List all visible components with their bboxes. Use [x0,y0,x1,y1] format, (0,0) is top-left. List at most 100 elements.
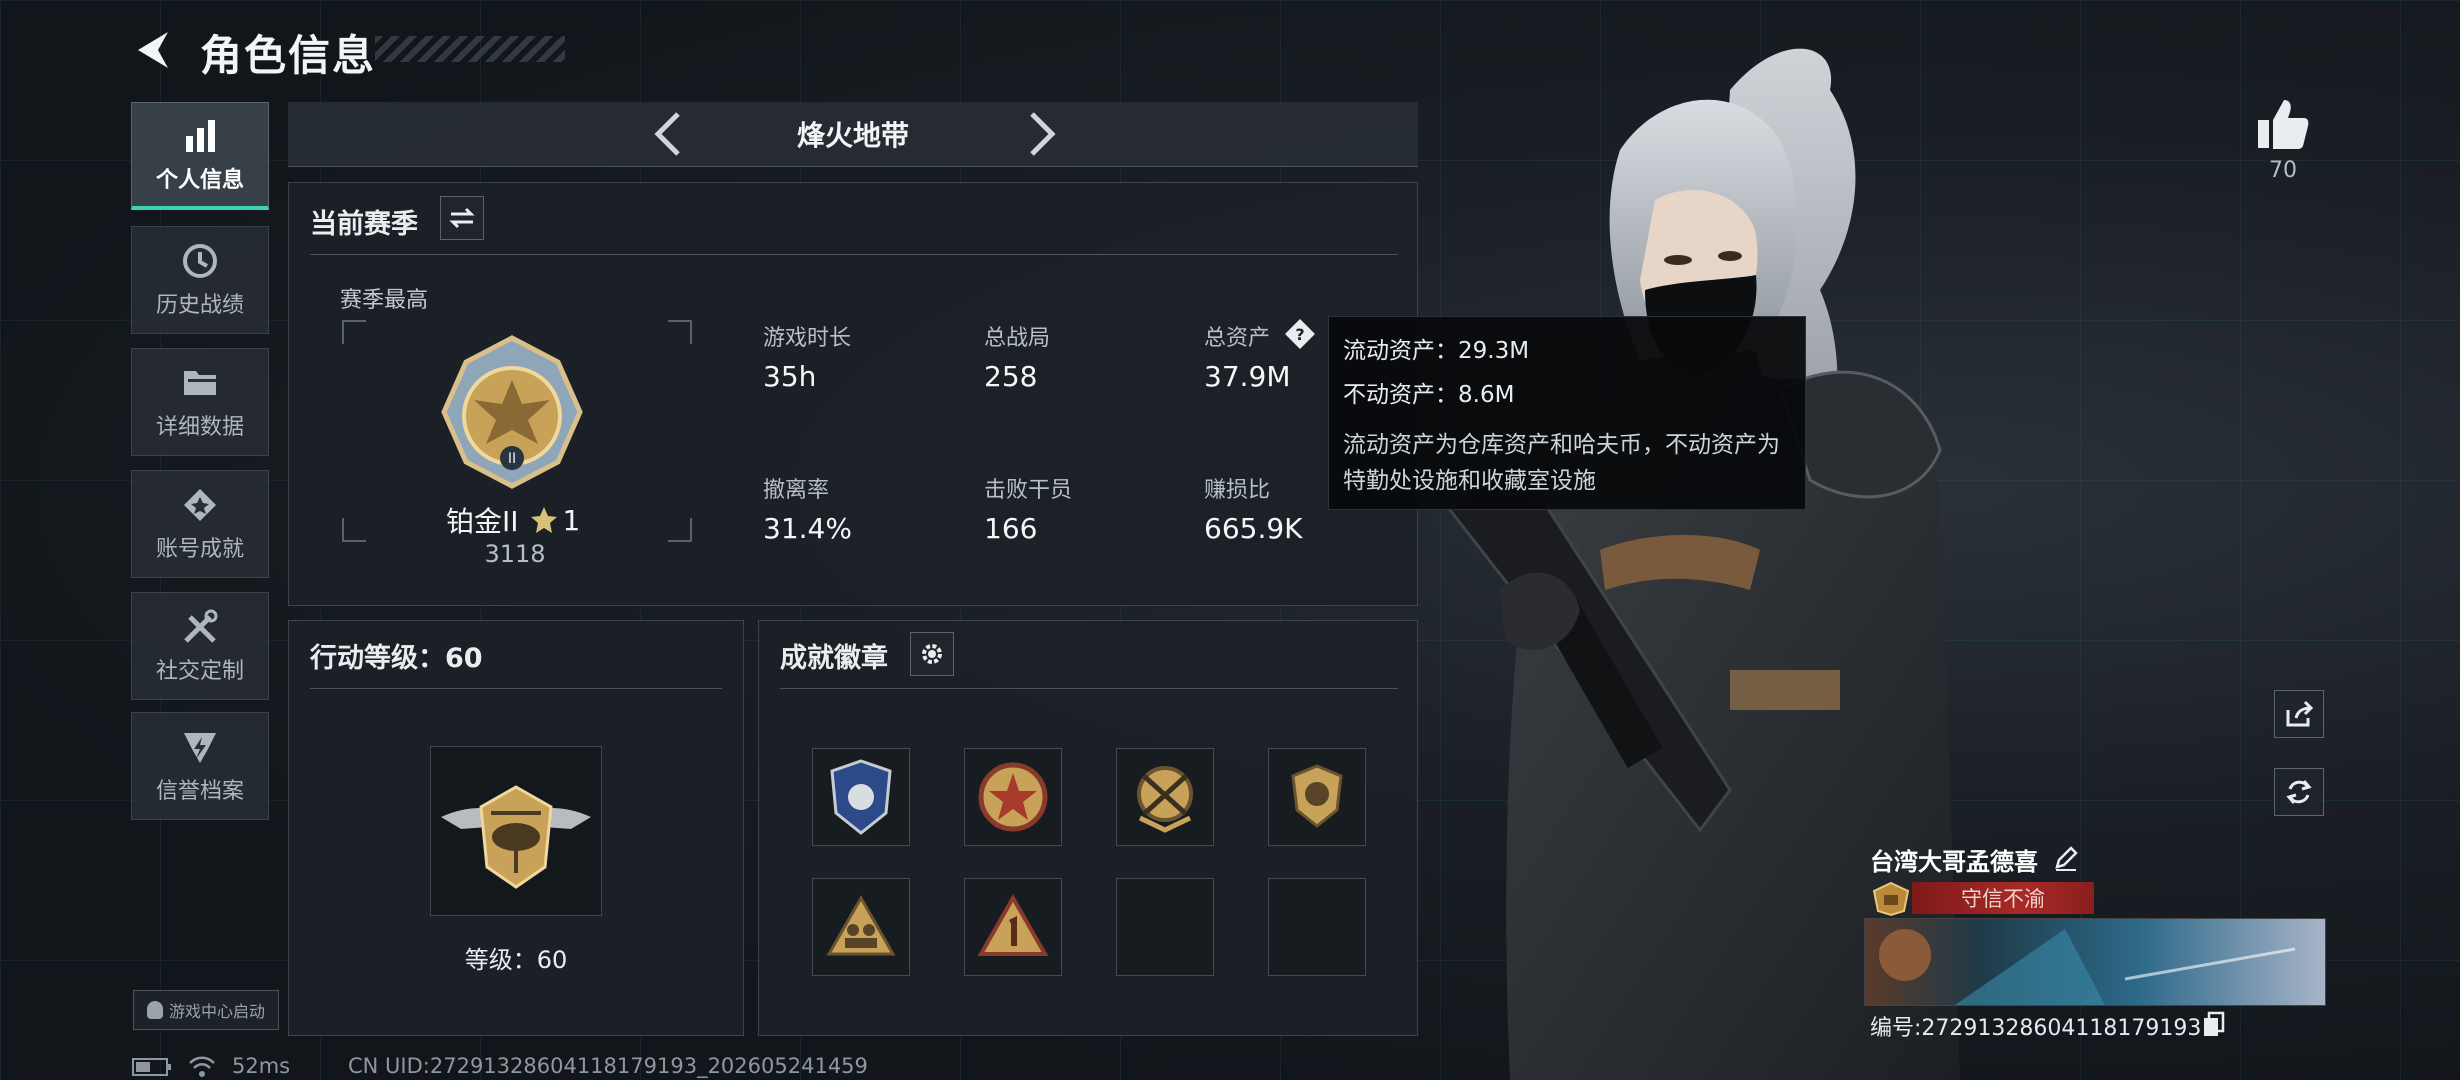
sidebar-item-credit[interactable]: 信誉档案 [131,712,269,820]
folder-icon [184,371,216,395]
rank-name-row: 铂金II 1 [446,500,580,540]
refresh-icon [2286,780,2312,804]
divider [310,254,1398,255]
player-name: 台湾大哥孟德喜 [1870,848,2038,876]
season-switch-button[interactable] [440,196,484,240]
player-id: 编号:27291328604118179193 [1870,1016,2202,1041]
stat-value: 35h [763,360,817,393]
mode-prev-arrow-icon[interactable] [648,110,692,158]
edit-pencil-icon[interactable] [2052,844,2080,872]
help-icon[interactable]: ? [1284,318,1316,350]
history-icon [183,244,217,278]
sidebar-item-label: 个人信息 [155,167,244,193]
share-button[interactable] [2274,690,2324,738]
svg-text:II: II [508,451,516,467]
sidebar-item-history[interactable]: 历史战绩 [131,226,269,334]
swap-icon [449,207,475,229]
account-uid: CN UID:27291328604118179193_202605241459 [348,1054,868,1078]
frame-corner [668,518,692,542]
badge-settings-button[interactable] [910,632,954,676]
stat-value: 665.9K [1204,512,1303,545]
divider [310,688,722,689]
like-count: 70 [2269,158,2297,183]
stat-label: 总资产 [1204,326,1271,351]
banner-art [1865,919,2325,1005]
stat-label: 总战局 [984,326,1051,351]
police-shield-badge-icon [830,759,892,835]
star-icon [530,507,557,533]
sidebar-item-label: 账号成就 [155,537,244,562]
badge-slot[interactable] [1116,748,1214,846]
badge-slot[interactable] [964,878,1062,976]
sidebar-item-label: 详细数据 [155,415,244,440]
lion-shield-badge-icon [1291,764,1343,828]
wifi-icon [189,1056,215,1077]
stat-label: 游戏时长 [763,326,852,351]
stat-label: 撤离率 [763,478,830,503]
rank-name: 铂金II [446,505,519,538]
stat-label: 赚损比 [1204,478,1271,503]
copy-icon[interactable] [2202,1010,2226,1038]
frame-corner [342,518,366,542]
season-best-label: 赛季最高 [340,288,429,313]
game-center-launch-button[interactable]: 游戏中心启动 [133,990,279,1030]
rank-score: 3118 [484,540,546,568]
badges-title: 成就徽章 [780,643,888,674]
badge-slot[interactable] [1268,748,1366,846]
mode-selector: 烽火地带 [288,102,1418,167]
crossed-emblem-badge-icon [1137,766,1193,833]
mode-title: 烽火地带 [796,119,909,152]
star-medal-badge-icon [978,762,1048,832]
badge-slot-empty[interactable] [1116,878,1214,976]
sidebar-item-label: 历史战绩 [155,293,244,318]
refresh-button[interactable] [2274,768,2324,816]
fixed-assets: 不动资产：8.6M [1343,382,1515,408]
platinum-rank-emblem-icon: II [441,335,583,489]
achievement-icon [184,489,216,521]
penguin-icon [146,1001,163,1019]
sidebar-item-detailed-data[interactable]: 详细数据 [131,348,269,456]
stat-value: 258 [984,360,1038,393]
thumbs-up-icon[interactable] [2254,96,2310,152]
liquid-assets: 流动资产：29.3M [1343,338,1530,364]
sidebar-item-personal-info[interactable]: 个人信息 [131,102,269,210]
tools-icon [184,609,218,643]
sidebar-item-label: 信誉档案 [155,779,244,804]
assets-tooltip: 流动资产：29.3M 不动资产：8.6M 流动资产为仓库资产和哈夫币，不动资产为… [1328,316,1806,510]
stat-value: 31.4% [763,512,852,545]
frame-corner [668,320,692,344]
svg-text:?: ? [1295,325,1304,344]
badge-slot-empty[interactable] [1268,878,1366,976]
stat-value: 37.9M [1204,360,1291,393]
level-title: 行动等级：60 [310,643,483,674]
badge-slot[interactable] [812,748,910,846]
sidebar-item-label: 社交定制 [155,659,244,684]
bar-chart-icon [186,119,215,152]
stat-value: 166 [984,512,1038,545]
player-banner[interactable] [1864,918,2326,1006]
mode-next-arrow-icon[interactable] [1018,110,1062,158]
number-one-badge-icon [977,893,1049,956]
level-label: 等级：60 [464,946,568,974]
credit-rank-icon [1872,881,1910,917]
sidebar-item-social[interactable]: 社交定制 [131,592,269,700]
frame-corner [342,320,366,344]
divider [780,688,1398,689]
season-title: 当前赛季 [310,209,418,240]
launch-label: 游戏中心启动 [168,1002,265,1021]
stat-label: 击败干员 [984,478,1073,503]
network-ping: 52ms [232,1054,291,1078]
gear-icon [922,644,942,664]
player-title-badge: 守信不渝 [1912,882,2094,914]
back-arrow-icon[interactable] [132,28,172,72]
share-icon [2286,700,2314,727]
assets-description: 流动资产为仓库资产和哈夫币，不动资产为特勤处设施和收藏室设施 [1343,432,1780,494]
sidebar-item-achievements[interactable]: 账号成就 [131,470,269,578]
badge-slot[interactable] [964,748,1062,846]
squad-triangle-badge-icon [826,894,896,956]
title-decoration [375,36,565,62]
helicopter-emblem-icon [441,785,591,889]
rank-stars: 1 [562,503,581,537]
badge-slot[interactable] [812,878,910,976]
level-emblem-frame [430,746,602,916]
